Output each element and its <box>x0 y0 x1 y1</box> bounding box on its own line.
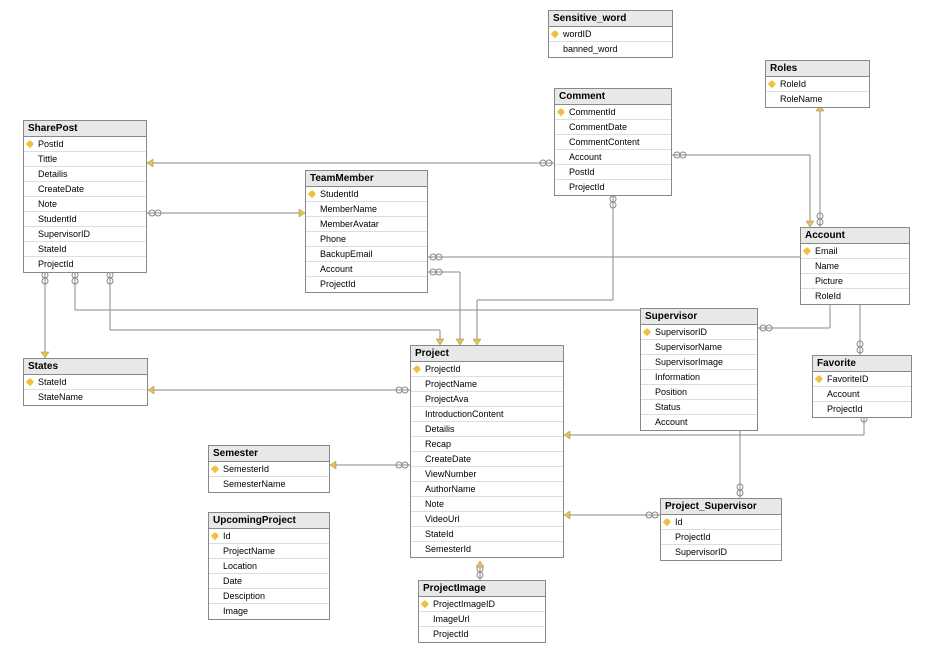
col: Date <box>209 574 329 589</box>
table-project[interactable]: Project ProjectId ProjectName ProjectAva… <box>410 345 564 558</box>
col: StateId <box>24 242 146 257</box>
col: ProjectImageID <box>419 597 545 612</box>
col: AuthorName <box>411 482 563 497</box>
col: Detailis <box>24 167 146 182</box>
col: ProjectName <box>209 544 329 559</box>
col: CommentDate <box>555 120 671 135</box>
col: Recap <box>411 437 563 452</box>
col: VideoUrl <box>411 512 563 527</box>
table-supervisor[interactable]: Supervisor SupervisorID SupervisorName S… <box>640 308 758 431</box>
col: ProjectId <box>661 530 781 545</box>
col: Account <box>813 387 911 402</box>
col: ProjectName <box>411 377 563 392</box>
col: StateName <box>24 390 147 405</box>
col: Account <box>306 262 427 277</box>
col: ImageUrl <box>419 612 545 627</box>
table-title: SharePost <box>24 121 146 137</box>
col: SemesterId <box>209 462 329 477</box>
table-title: Account <box>801 228 909 244</box>
col: ProjectId <box>306 277 427 292</box>
table-title: TeamMember <box>306 171 427 187</box>
table-title: Semester <box>209 446 329 462</box>
table-title: Comment <box>555 89 671 105</box>
col: Id <box>661 515 781 530</box>
col: Name <box>801 259 909 274</box>
col: Detailis <box>411 422 563 437</box>
table-teammember[interactable]: TeamMember StudentId MemberName MemberAv… <box>305 170 428 293</box>
col: Note <box>411 497 563 512</box>
col: SupervisorImage <box>641 355 757 370</box>
col: Id <box>209 529 329 544</box>
col: CreateDate <box>411 452 563 467</box>
col-rolename: RoleName <box>766 92 869 107</box>
col: SupervisorName <box>641 340 757 355</box>
col: SemesterName <box>209 477 329 492</box>
table-title: Roles <box>766 61 869 77</box>
col: ProjectId <box>813 402 911 417</box>
col: Phone <box>306 232 427 247</box>
col: StateId <box>411 527 563 542</box>
table-roles[interactable]: Roles RoleId RoleName <box>765 60 870 108</box>
table-comment[interactable]: Comment CommentId CommentDate CommentCon… <box>554 88 672 196</box>
table-sharepost[interactable]: SharePost PostId Tittle Detailis CreateD… <box>23 120 147 273</box>
table-upcomingproject[interactable]: UpcomingProject Id ProjectName Location … <box>208 512 330 620</box>
col: ProjectId <box>555 180 671 195</box>
col: IntroductionContent <box>411 407 563 422</box>
col-roleid: RoleId <box>766 77 869 92</box>
table-favorite[interactable]: Favorite FavoriteID Account ProjectId <box>812 355 912 418</box>
col: Email <box>801 244 909 259</box>
col: SupervisorID <box>641 325 757 340</box>
col-wordid: wordID <box>549 27 672 42</box>
col-bannedword: banned_word <box>549 42 672 57</box>
table-projectimage[interactable]: ProjectImage ProjectImageID ImageUrl Pro… <box>418 580 546 643</box>
table-account[interactable]: Account Email Name Picture RoleId <box>800 227 910 305</box>
table-title: UpcomingProject <box>209 513 329 529</box>
col: FavoriteID <box>813 372 911 387</box>
col: Position <box>641 385 757 400</box>
col: Location <box>209 559 329 574</box>
table-title: Project_Supervisor <box>661 499 781 515</box>
col: Tittle <box>24 152 146 167</box>
col: Image <box>209 604 329 619</box>
col: Account <box>641 415 757 430</box>
col: StudentId <box>24 212 146 227</box>
col: Note <box>24 197 146 212</box>
table-title: Project <box>411 346 563 362</box>
col: RoleId <box>801 289 909 304</box>
col: MemberAvatar <box>306 217 427 232</box>
col: SupervisorID <box>661 545 781 560</box>
col: Desciption <box>209 589 329 604</box>
col: MemberName <box>306 202 427 217</box>
table-title: Supervisor <box>641 309 757 325</box>
col: Status <box>641 400 757 415</box>
table-title: Sensitive_word <box>549 11 672 27</box>
col: Information <box>641 370 757 385</box>
col: ViewNumber <box>411 467 563 482</box>
table-states[interactable]: States StateId StateName <box>23 358 148 406</box>
col: BackupEmail <box>306 247 427 262</box>
table-title: Favorite <box>813 356 911 372</box>
table-sensitive-word[interactable]: Sensitive_word wordID banned_word <box>548 10 673 58</box>
col: StateId <box>24 375 147 390</box>
col: CreateDate <box>24 182 146 197</box>
col: SupervisorID <box>24 227 146 242</box>
col: PostId <box>24 137 146 152</box>
col: CommentId <box>555 105 671 120</box>
col: Picture <box>801 274 909 289</box>
col: CommentContent <box>555 135 671 150</box>
table-title: ProjectImage <box>419 581 545 597</box>
col: ProjectId <box>419 627 545 642</box>
table-semester[interactable]: Semester SemesterId SemesterName <box>208 445 330 493</box>
table-project-supervisor[interactable]: Project_Supervisor Id ProjectId Supervis… <box>660 498 782 561</box>
col: ProjectAva <box>411 392 563 407</box>
col: PostId <box>555 165 671 180</box>
col: StudentId <box>306 187 427 202</box>
col: SemesterId <box>411 542 563 557</box>
table-title: States <box>24 359 147 375</box>
col: ProjectId <box>24 257 146 272</box>
col: Account <box>555 150 671 165</box>
col: ProjectId <box>411 362 563 377</box>
